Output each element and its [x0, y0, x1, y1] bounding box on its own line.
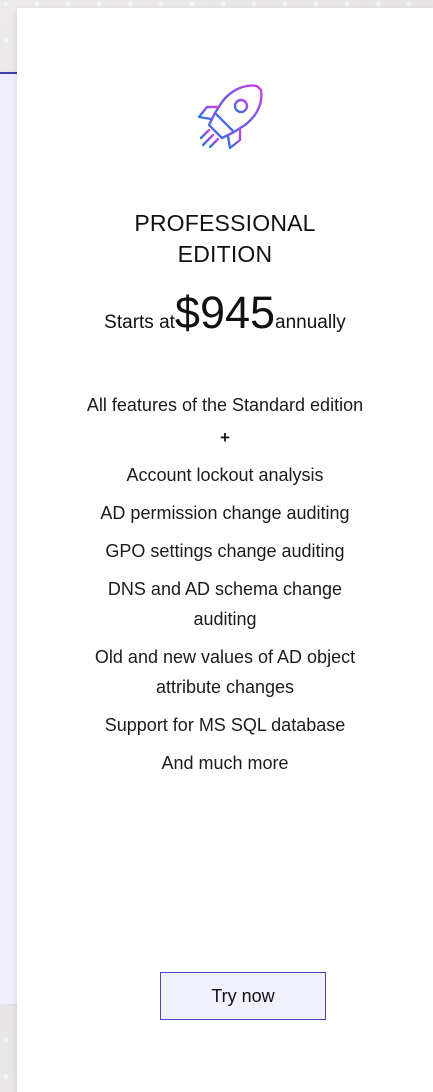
feature-item: Old and new values of AD object attribut… — [94, 647, 356, 697]
plan-title: PROFESSIONAL EDITION — [17, 208, 433, 270]
price-suffix: annually — [275, 312, 346, 333]
feature-item: All features of the Standard edition — [86, 395, 364, 415]
price-prefix: Starts at — [104, 312, 175, 333]
try-now-button[interactable]: Try now — [160, 972, 326, 1020]
price-row: Starts at$945annually — [17, 290, 433, 335]
plan-title-line1: PROFESSIONAL — [134, 210, 316, 236]
feature-item: Account lockout analysis — [126, 465, 324, 485]
professional-plan-card: PROFESSIONAL EDITION Starts at$945annual… — [17, 8, 433, 1092]
feature-item: And much more — [161, 753, 289, 773]
rocket-icon — [189, 80, 269, 160]
feature-plus-separator: + — [220, 428, 230, 447]
feature-list: All features of the Standard edition + A… — [17, 390, 433, 786]
plan-title-line2: EDITION — [177, 241, 273, 267]
feature-item: GPO settings change auditing — [105, 541, 345, 561]
price-amount: $945 — [174, 287, 276, 338]
feature-item: DNS and AD schema change auditing — [107, 579, 343, 629]
feature-item: AD permission change auditing — [100, 503, 350, 523]
feature-item: Support for MS SQL database — [104, 715, 346, 735]
